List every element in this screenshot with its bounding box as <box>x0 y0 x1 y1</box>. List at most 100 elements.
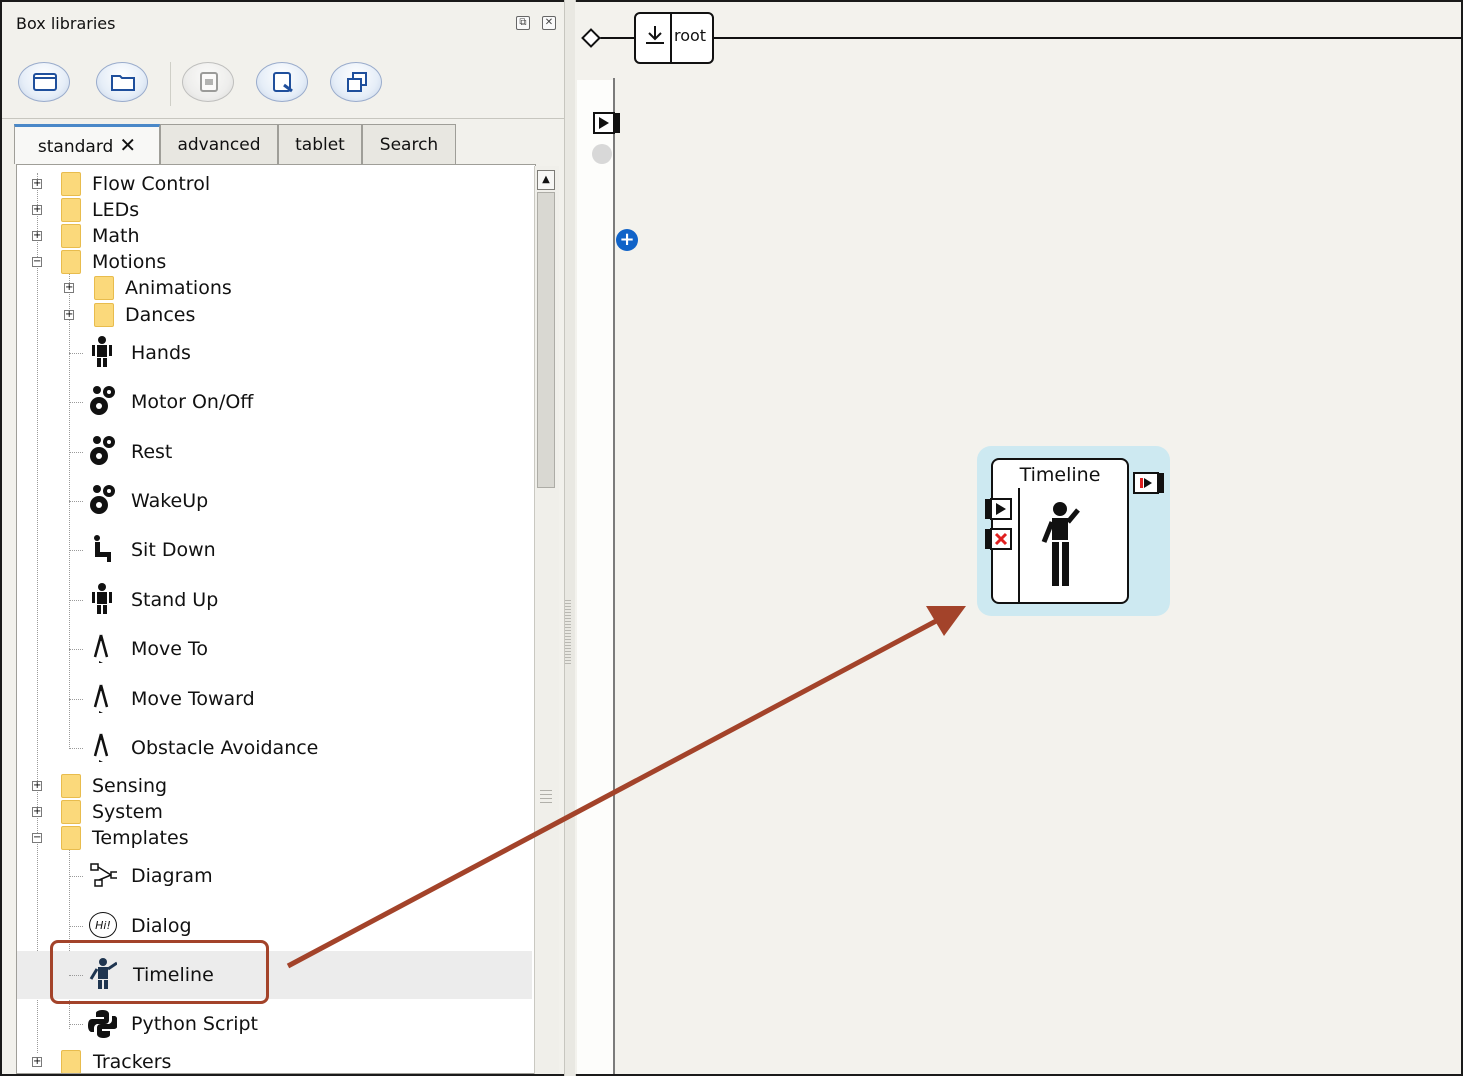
scrollbar-grip <box>540 790 552 804</box>
tree-guide <box>69 501 83 502</box>
tree-item-stand-up[interactable]: Stand Up <box>17 583 532 614</box>
robot-icon <box>92 583 112 614</box>
expand-icon[interactable]: + <box>32 231 42 241</box>
tree-item-motor-onoff[interactable]: Motor On/Off <box>17 386 532 415</box>
open-library-button[interactable] <box>96 62 148 102</box>
tree-item-dances[interactable]: + Dances <box>17 303 532 327</box>
tab-standard[interactable]: standard ✕ <box>14 124 160 164</box>
tab-search-label: Search <box>379 135 439 155</box>
scroll-up-icon[interactable]: ▲ <box>537 170 555 190</box>
new-library-button[interactable] <box>18 62 70 102</box>
tree-item-motions[interactable]: − Motions <box>17 250 532 274</box>
tree-item-flow-control[interactable]: + Flow Control <box>17 172 532 196</box>
timeline-highlight-box <box>50 940 269 1004</box>
diagram-icon <box>90 863 117 887</box>
tree-guide <box>69 600 83 601</box>
tree-item-label: System <box>92 801 163 823</box>
tree-guide <box>69 550 83 551</box>
tree-item-move-toward[interactable]: Move Toward <box>17 684 532 713</box>
onstop-input-icon[interactable] <box>985 528 1013 550</box>
tree-item-label: Motor On/Off <box>131 391 254 413</box>
folder-icon <box>94 303 114 327</box>
tree-item-label: Python Script <box>131 1013 259 1035</box>
tree-item-leds[interactable]: + LEDs <box>17 198 532 222</box>
folder-icon <box>61 224 81 248</box>
tree-guide <box>69 699 83 700</box>
float-panel-button[interactable]: ⧉ <box>516 16 530 30</box>
tree-item-system[interactable]: + System <box>17 800 532 824</box>
save-library-icon <box>200 72 218 92</box>
tree-item-obstacle-avoidance[interactable]: Obstacle Avoidance <box>17 733 532 762</box>
tree-item-hands[interactable]: Hands <box>17 336 532 367</box>
tab-advanced[interactable]: advanced <box>160 124 278 164</box>
tab-tablet-label: tablet <box>295 135 345 155</box>
expand-icon[interactable]: + <box>32 1057 42 1067</box>
folder-icon <box>94 276 114 300</box>
tree-item-move-to[interactable]: Move To <box>17 634 532 663</box>
tree-item-label: Animations <box>125 277 232 299</box>
tree-item-label: Motions <box>92 251 167 273</box>
expand-icon[interactable]: + <box>32 807 42 817</box>
tree-item-sit-down[interactable]: Sit Down <box>17 535 532 562</box>
tree-item-sensing[interactable]: + Sensing <box>17 774 532 798</box>
tab-standard-label: standard <box>37 137 114 157</box>
library-tree: + Flow Control + LEDs + Math − Motions +… <box>16 164 536 1074</box>
folder-icon <box>61 250 81 274</box>
splitter-grip <box>565 600 571 664</box>
python-icon <box>88 1010 117 1038</box>
folder-icon <box>61 800 81 824</box>
tree-item-wakeup[interactable]: WakeUp <box>17 485 532 514</box>
tree-item-python-script[interactable]: Python Script <box>17 1010 532 1038</box>
tree-item-trackers[interactable]: + Trackers <box>17 1050 532 1073</box>
tree-item-rest[interactable]: Rest <box>17 436 532 465</box>
collapse-icon[interactable]: − <box>32 257 42 267</box>
expand-icon[interactable]: + <box>32 205 42 215</box>
toolbar-separator <box>170 62 171 106</box>
onstart-input-icon[interactable] <box>593 112 621 134</box>
gears-icon <box>90 436 115 465</box>
tree-item-label: Stand Up <box>131 589 219 611</box>
panel-title: Box libraries <box>16 14 116 33</box>
root-divider <box>670 12 672 64</box>
tree-item-dialog[interactable]: Hi! Dialog <box>17 912 532 938</box>
add-input-icon[interactable]: + <box>616 229 638 251</box>
expand-icon[interactable]: + <box>32 179 42 189</box>
tree-item-label: Move Toward <box>131 688 255 710</box>
tree-item-label: Flow Control <box>92 173 211 195</box>
gear-icon[interactable] <box>592 144 612 164</box>
timeline-robot-icon <box>1041 502 1080 586</box>
onstart-input-icon[interactable] <box>985 498 1013 520</box>
ground-icon <box>646 26 664 44</box>
gears-icon <box>90 386 115 415</box>
expand-icon[interactable]: + <box>64 310 74 320</box>
tab-search[interactable]: Search <box>362 124 456 164</box>
copy-library-button[interactable] <box>330 62 382 102</box>
tab-tablet[interactable]: tablet <box>278 124 362 164</box>
tree-guide <box>69 452 83 453</box>
save-library-button[interactable] <box>182 62 234 102</box>
tree-guide <box>69 1024 83 1025</box>
tree-item-math[interactable]: + Math <box>17 224 532 248</box>
tree-item-label: Obstacle Avoidance <box>131 737 319 759</box>
scroll-thumb[interactable] <box>537 192 555 488</box>
edit-library-button[interactable] <box>256 62 308 102</box>
close-tab-icon[interactable]: ✕ <box>119 133 136 157</box>
tree-item-label: Templates <box>92 827 189 849</box>
folder-icon <box>61 172 81 196</box>
expand-icon[interactable]: + <box>64 283 74 293</box>
tree-item-label: Math <box>92 225 140 247</box>
root-label: root <box>674 26 707 45</box>
collapse-icon[interactable]: − <box>32 833 42 843</box>
folder-icon <box>61 1050 81 1073</box>
tree-item-label: Sensing <box>92 775 168 797</box>
tree-item-animations[interactable]: + Animations <box>17 276 532 300</box>
folder-icon <box>61 198 81 222</box>
tree-item-diagram[interactable]: Diagram <box>17 863 532 888</box>
onstopped-output-icon[interactable] <box>1133 472 1165 494</box>
tree-item-label: Move To <box>131 638 208 660</box>
tree-item-templates[interactable]: − Templates <box>17 826 532 850</box>
expand-icon[interactable]: + <box>32 781 42 791</box>
toolbar-divider <box>2 118 564 119</box>
tree-item-label: Rest <box>131 441 173 463</box>
close-panel-button[interactable]: ✕ <box>542 16 556 30</box>
